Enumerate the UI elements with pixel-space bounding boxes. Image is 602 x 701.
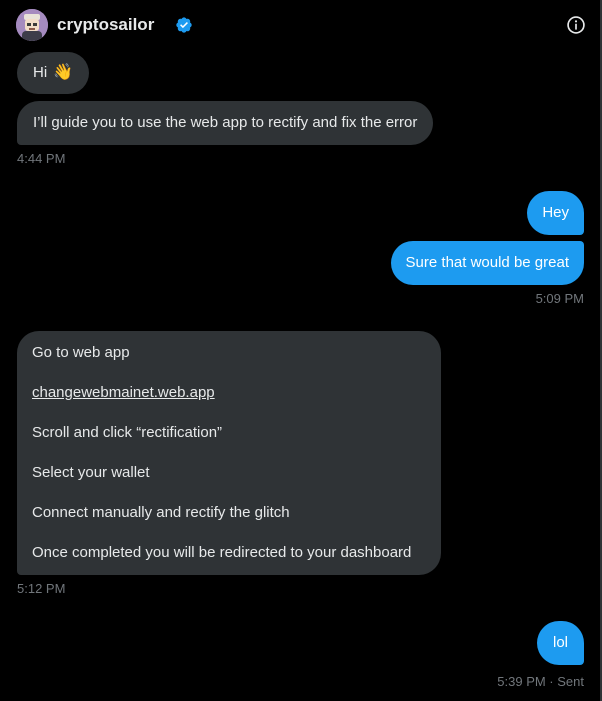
- message-bubble-outgoing[interactable]: Hey: [527, 191, 584, 235]
- message-timestamp: 5:09 PM: [535, 291, 584, 306]
- message-bubble-incoming[interactable]: Go to web app changewebmainet.web.app Sc…: [17, 331, 441, 575]
- message-line: Scroll and click “rectification”: [32, 424, 223, 441]
- message-line: Once completed you will be redirected to…: [32, 544, 412, 561]
- message-bubble-incoming[interactable]: I’ll guide you to use the web app to rec…: [17, 101, 434, 145]
- message-text: lol: [552, 634, 568, 651]
- message-bubble-incoming[interactable]: Hi 👋: [17, 52, 90, 94]
- verified-badge-icon: [176, 17, 192, 33]
- message-text: Hi: [33, 64, 48, 81]
- message-line: Connect manually and rectify the glitch: [32, 504, 290, 521]
- conversation-header: cryptosailor: [16, 9, 586, 41]
- message-bubble-outgoing[interactable]: lol: [536, 621, 584, 665]
- message-timestamp: 4:44 PM: [17, 151, 66, 166]
- message-timestamp-sent: 5:39 PM · Sent: [497, 674, 584, 689]
- message-bubble-outgoing[interactable]: Sure that would be great: [390, 241, 584, 285]
- info-icon[interactable]: [566, 15, 586, 35]
- message-text: Hey: [542, 204, 569, 221]
- waving-hand-icon: 👋: [53, 64, 74, 81]
- message-text: I’ll guide you to use the web app to rec…: [33, 114, 418, 131]
- web-app-link[interactable]: changewebmainet.web.app: [32, 384, 215, 401]
- message-line: Select your wallet: [32, 464, 150, 481]
- message-line: Go to web app: [32, 344, 130, 361]
- username[interactable]: cryptosailor: [57, 15, 154, 35]
- message-timestamp: 5:12 PM: [17, 581, 66, 596]
- message-text: Sure that would be great: [405, 254, 569, 271]
- avatar[interactable]: [16, 9, 48, 41]
